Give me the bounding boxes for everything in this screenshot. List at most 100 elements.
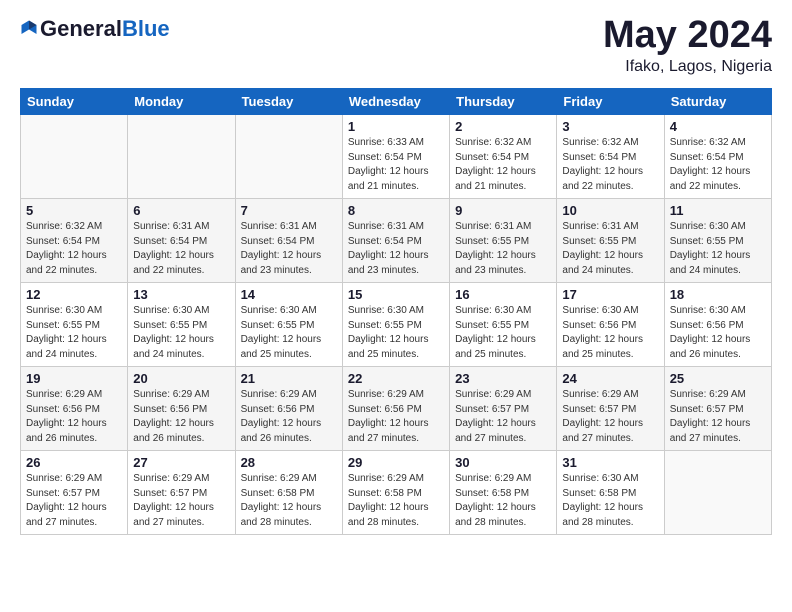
day-number: 19	[26, 371, 122, 386]
day-header-monday: Monday	[128, 89, 235, 115]
calendar-cell: 8Sunrise: 6:31 AM Sunset: 6:54 PM Daylig…	[342, 199, 449, 283]
day-number: 2	[455, 119, 551, 134]
header: GeneralBlue May 2024 Ifako, Lagos, Niger…	[20, 16, 772, 76]
day-number: 14	[241, 287, 337, 302]
calendar-cell: 5 Sunrise: 6:32 AM Sunset: 6:54 PM Daylig…	[21, 199, 128, 283]
day-info: Sunrise: 6:31 AM Sunset: 6:54 PM Dayligh…	[133, 220, 229, 278]
day-info: Sunrise: 6:30 AM Sunset: 6:56 PM Dayligh…	[562, 304, 658, 362]
day-number: 29	[348, 455, 444, 470]
calendar-cell: 16 Sunrise: 6:30 AM Sunset: 6:55 PM Dayli…	[450, 283, 557, 367]
calendar-cell: 23 Sunrise: 6:29 AM Sunset: 6:57 PM Dayli…	[450, 367, 557, 451]
day-info: Sunrise: 6:29 AM Sunset: 6:56 PM Dayligh…	[241, 388, 337, 446]
day-info: Sunrise: 6:32 AM Sunset: 6:54 PM Dayligh…	[455, 136, 551, 194]
day-number: 5	[26, 203, 122, 218]
calendar-cell: 28 Sunrise: 6:29 AM Sunset: 6:58 PM Dayli…	[235, 451, 342, 535]
day-number: 7	[241, 203, 337, 218]
day-info: Sunrise: 6:29 AM Sunset: 6:58 PM Dayligh…	[348, 472, 444, 530]
calendar-row: 5 Sunrise: 6:32 AM Sunset: 6:54 PM Daylig…	[21, 199, 772, 283]
day-info: Sunrise: 6:30 AM Sunset: 6:55 PM Dayligh…	[133, 304, 229, 362]
calendar-cell: 31 Sunrise: 6:30 AM Sunset: 6:58 PM Dayli…	[557, 451, 664, 535]
day-number: 12	[26, 287, 122, 302]
day-number: 24	[562, 371, 658, 386]
calendar-cell: 3Sunrise: 6:32 AM Sunset: 6:54 PM Daylig…	[557, 115, 664, 199]
calendar-cell: 15Sunrise: 6:30 AM Sunset: 6:55 PM Dayli…	[342, 283, 449, 367]
generalblue-icon	[20, 19, 38, 37]
day-number: 6	[133, 203, 229, 218]
day-info: Sunrise: 6:31 AM Sunset: 6:55 PM Dayligh…	[562, 220, 658, 278]
calendar-cell: 30 Sunrise: 6:29 AM Sunset: 6:58 PM Dayli…	[450, 451, 557, 535]
day-info: Sunrise: 6:31 AM Sunset: 6:55 PM Dayligh…	[455, 220, 551, 278]
day-info: Sunrise: 6:29 AM Sunset: 6:56 PM Dayligh…	[26, 388, 122, 446]
day-number: 20	[133, 371, 229, 386]
day-header-saturday: Saturday	[664, 89, 771, 115]
day-number: 31	[562, 455, 658, 470]
calendar-cell: 14 Sunrise: 6:30 AM Sunset: 6:55 PM Dayli…	[235, 283, 342, 367]
page: GeneralBlue May 2024 Ifako, Lagos, Niger…	[0, 0, 792, 551]
logo: GeneralBlue	[20, 16, 170, 42]
calendar-cell: 17Sunrise: 6:30 AM Sunset: 6:56 PM Dayli…	[557, 283, 664, 367]
day-info: Sunrise: 6:30 AM Sunset: 6:55 PM Dayligh…	[241, 304, 337, 362]
calendar-row: 26Sunrise: 6:29 AM Sunset: 6:57 PM Dayli…	[21, 451, 772, 535]
day-header-sunday: Sunday	[21, 89, 128, 115]
logo-blue-text: Blue	[122, 16, 170, 42]
day-number: 30	[455, 455, 551, 470]
day-info: Sunrise: 6:29 AM Sunset: 6:58 PM Dayligh…	[455, 472, 551, 530]
calendar-cell	[21, 115, 128, 199]
calendar-cell: 11 Sunrise: 6:30 AM Sunset: 6:55 PM Dayli…	[664, 199, 771, 283]
day-number: 11	[670, 203, 766, 218]
day-number: 9	[455, 203, 551, 218]
day-info: Sunrise: 6:30 AM Sunset: 6:58 PM Dayligh…	[562, 472, 658, 530]
day-header-thursday: Thursday	[450, 89, 557, 115]
day-header-tuesday: Tuesday	[235, 89, 342, 115]
day-info: Sunrise: 6:32 AM Sunset: 6:54 PM Dayligh…	[26, 220, 122, 278]
day-info: Sunrise: 6:32 AM Sunset: 6:54 PM Dayligh…	[670, 136, 766, 194]
calendar-row: 1Sunrise: 6:33 AM Sunset: 6:54 PM Daylig…	[21, 115, 772, 199]
day-number: 16	[455, 287, 551, 302]
day-info: Sunrise: 6:30 AM Sunset: 6:56 PM Dayligh…	[670, 304, 766, 362]
calendar-row: 12 Sunrise: 6:30 AM Sunset: 6:55 PM Dayli…	[21, 283, 772, 367]
calendar-cell: 10Sunrise: 6:31 AM Sunset: 6:55 PM Dayli…	[557, 199, 664, 283]
day-info: Sunrise: 6:31 AM Sunset: 6:54 PM Dayligh…	[241, 220, 337, 278]
calendar-cell: 29 Sunrise: 6:29 AM Sunset: 6:58 PM Dayli…	[342, 451, 449, 535]
day-info: Sunrise: 6:29 AM Sunset: 6:57 PM Dayligh…	[455, 388, 551, 446]
day-info: Sunrise: 6:29 AM Sunset: 6:57 PM Dayligh…	[133, 472, 229, 530]
day-info: Sunrise: 6:30 AM Sunset: 6:55 PM Dayligh…	[26, 304, 122, 362]
day-number: 21	[241, 371, 337, 386]
day-number: 1	[348, 119, 444, 134]
day-info: Sunrise: 6:30 AM Sunset: 6:55 PM Dayligh…	[670, 220, 766, 278]
logo-general-text: General	[40, 16, 122, 42]
calendar-cell	[235, 115, 342, 199]
day-number: 28	[241, 455, 337, 470]
calendar-cell: 20 Sunrise: 6:29 AM Sunset: 6:56 PM Dayli…	[128, 367, 235, 451]
day-info: Sunrise: 6:30 AM Sunset: 6:55 PM Dayligh…	[348, 304, 444, 362]
calendar-cell: 24Sunrise: 6:29 AM Sunset: 6:57 PM Dayli…	[557, 367, 664, 451]
calendar-header-row: SundayMondayTuesdayWednesdayThursdayFrid…	[21, 89, 772, 115]
day-info: Sunrise: 6:31 AM Sunset: 6:54 PM Dayligh…	[348, 220, 444, 278]
calendar-cell: 22Sunrise: 6:29 AM Sunset: 6:56 PM Dayli…	[342, 367, 449, 451]
day-number: 27	[133, 455, 229, 470]
day-info: Sunrise: 6:32 AM Sunset: 6:54 PM Dayligh…	[562, 136, 658, 194]
day-info: Sunrise: 6:29 AM Sunset: 6:58 PM Dayligh…	[241, 472, 337, 530]
day-number: 13	[133, 287, 229, 302]
calendar-cell	[128, 115, 235, 199]
day-number: 25	[670, 371, 766, 386]
day-number: 22	[348, 371, 444, 386]
calendar-cell: 25 Sunrise: 6:29 AM Sunset: 6:57 PM Dayli…	[664, 367, 771, 451]
calendar-cell: 21 Sunrise: 6:29 AM Sunset: 6:56 PM Dayli…	[235, 367, 342, 451]
day-info: Sunrise: 6:29 AM Sunset: 6:57 PM Dayligh…	[670, 388, 766, 446]
day-number: 23	[455, 371, 551, 386]
calendar-cell	[664, 451, 771, 535]
day-info: Sunrise: 6:30 AM Sunset: 6:55 PM Dayligh…	[455, 304, 551, 362]
calendar-cell: 2 Sunrise: 6:32 AM Sunset: 6:54 PM Daylig…	[450, 115, 557, 199]
calendar-cell: 13 Sunrise: 6:30 AM Sunset: 6:55 PM Dayli…	[128, 283, 235, 367]
calendar-cell: 12 Sunrise: 6:30 AM Sunset: 6:55 PM Dayli…	[21, 283, 128, 367]
day-header-wednesday: Wednesday	[342, 89, 449, 115]
calendar-cell: 27 Sunrise: 6:29 AM Sunset: 6:57 PM Dayli…	[128, 451, 235, 535]
day-info: Sunrise: 6:29 AM Sunset: 6:57 PM Dayligh…	[26, 472, 122, 530]
calendar-cell: 19 Sunrise: 6:29 AM Sunset: 6:56 PM Dayli…	[21, 367, 128, 451]
day-number: 4	[670, 119, 766, 134]
calendar-row: 19 Sunrise: 6:29 AM Sunset: 6:56 PM Dayli…	[21, 367, 772, 451]
title-block: May 2024 Ifako, Lagos, Nigeria	[603, 16, 772, 76]
day-info: Sunrise: 6:29 AM Sunset: 6:56 PM Dayligh…	[133, 388, 229, 446]
day-header-friday: Friday	[557, 89, 664, 115]
